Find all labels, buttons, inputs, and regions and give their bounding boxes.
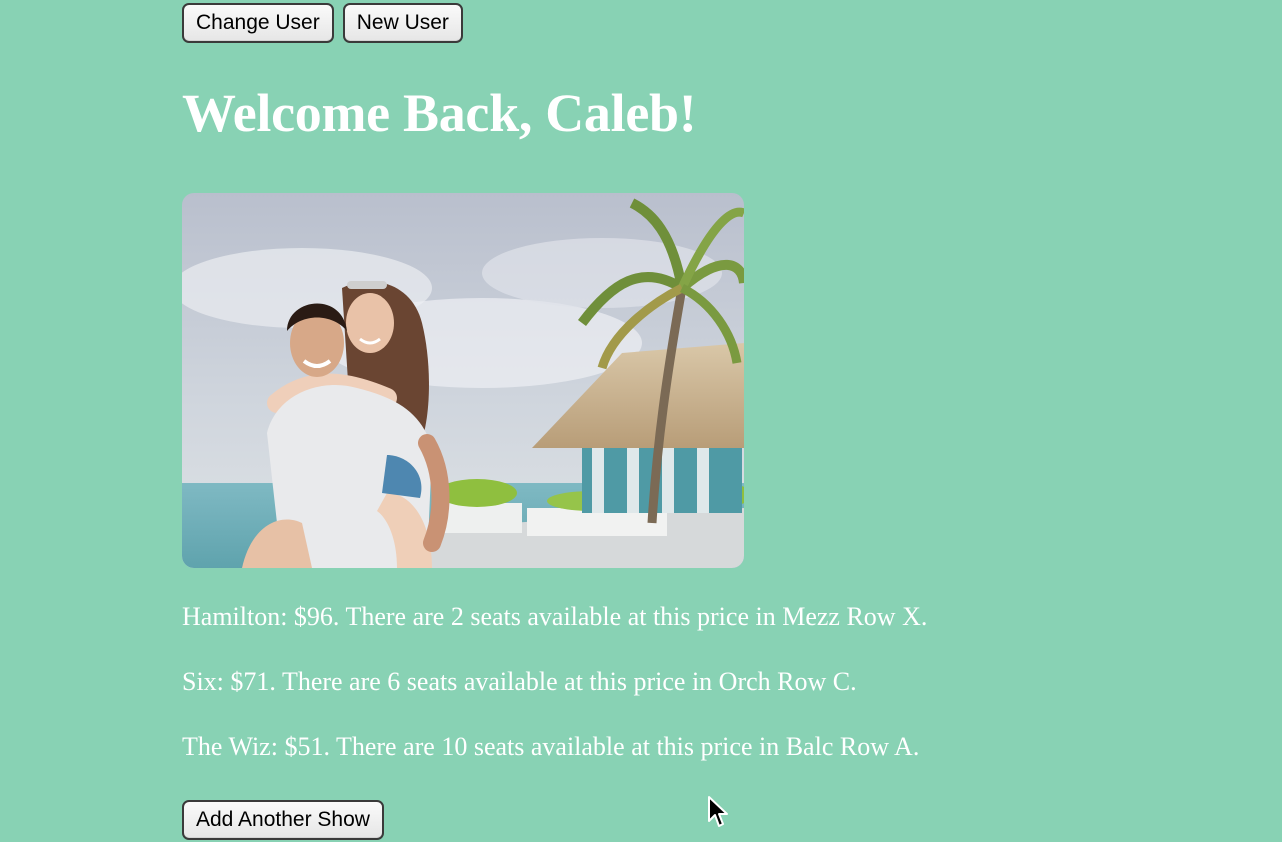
- user-actions: Change User New User: [182, 3, 463, 43]
- user-photo: [182, 193, 744, 568]
- add-show-container: Add Another Show: [182, 800, 384, 840]
- new-user-button[interactable]: New User: [342, 3, 463, 43]
- add-another-show-button[interactable]: Add Another Show: [182, 800, 384, 840]
- mouse-pointer-icon: [707, 795, 729, 834]
- show-item-the-wiz: The Wiz: $51. There are 10 seats availab…: [182, 732, 920, 761]
- welcome-title: Welcome Back, Caleb!: [182, 83, 697, 143]
- show-item-hamilton: Hamilton: $96. There are 2 seats availab…: [182, 602, 928, 631]
- change-user-button[interactable]: Change User: [182, 3, 334, 43]
- show-item-six: Six: $71. There are 6 seats available at…: [182, 667, 857, 696]
- show-list: Hamilton: $96. There are 2 seats availab…: [182, 602, 927, 797]
